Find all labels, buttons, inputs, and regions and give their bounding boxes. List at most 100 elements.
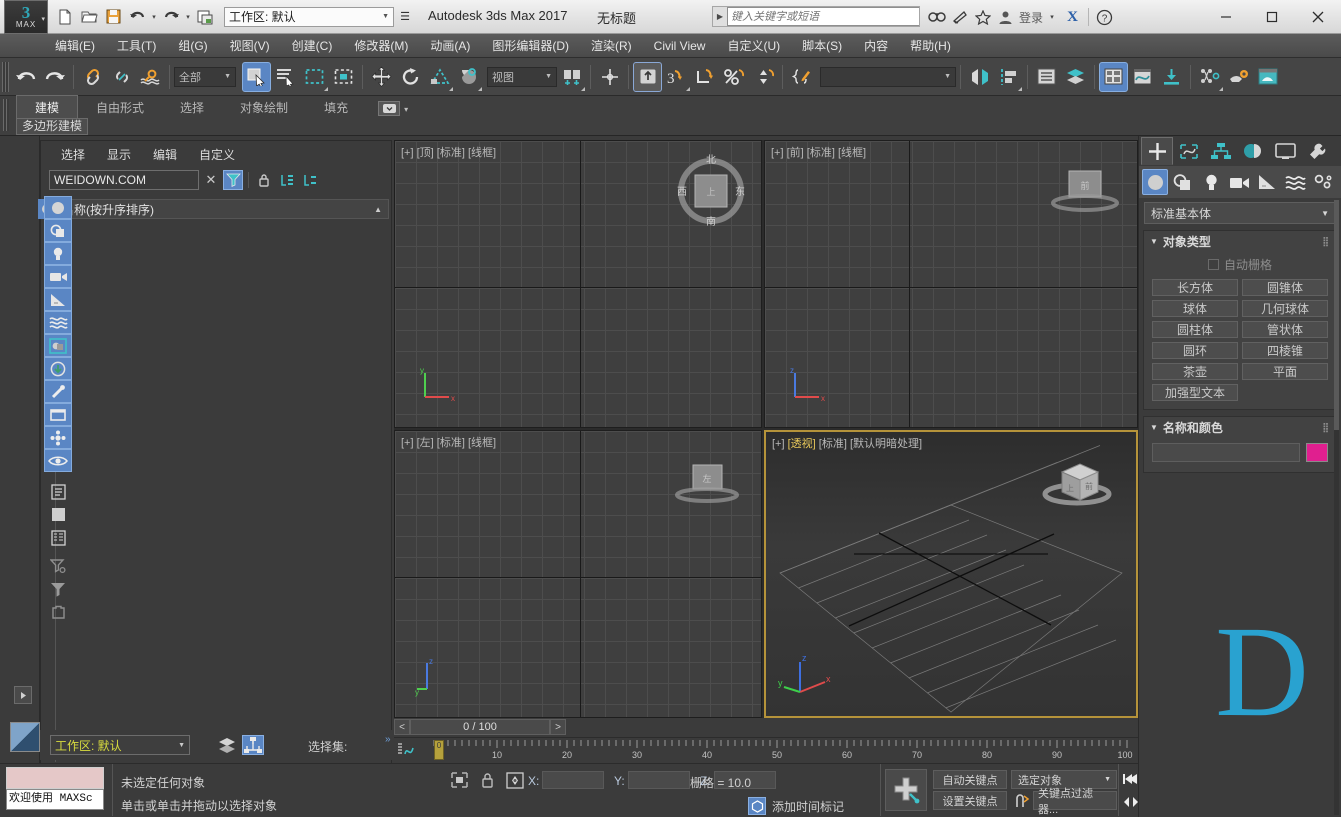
user-account-icon[interactable] (994, 5, 1017, 29)
close-button[interactable] (1295, 0, 1341, 34)
toggle-scene-explorer-icon[interactable] (1099, 62, 1128, 92)
frame-indicator[interactable]: 0 / 100 (410, 719, 550, 735)
viewport-perspective[interactable]: [+] [透视] [标准] [默认明暗处理] (764, 430, 1138, 718)
viewcube-top[interactable]: 北 南 西 东 上 (673, 151, 749, 227)
set-key-button[interactable]: 设置关键点 (933, 791, 1007, 810)
lights-icon[interactable] (1198, 169, 1224, 195)
filter-selection-icon[interactable] (223, 170, 243, 190)
rollout-grip-icon[interactable]: ⣿ (1322, 422, 1330, 433)
ribbon-grip[interactable] (3, 99, 9, 131)
snaps-toggle-icon[interactable] (633, 62, 662, 92)
menu-item-modifiers[interactable]: 修改器(M) (343, 34, 419, 58)
helpers-icon[interactable] (1254, 169, 1280, 195)
next-frame-button[interactable]: > (550, 719, 566, 735)
create-plane-button[interactable]: 平面 (1242, 363, 1328, 380)
undo-icon[interactable] (11, 62, 40, 92)
explorer-node-list[interactable] (55, 219, 389, 762)
time-tag-icon[interactable] (748, 797, 766, 815)
subscription-center-icon[interactable] (948, 5, 971, 29)
viewport-front[interactable]: [+] [前] [标准] [线框] 前 z x (764, 140, 1138, 428)
menu-item-animation[interactable]: 动画(A) (419, 34, 481, 58)
redo-icon[interactable] (40, 62, 69, 92)
project-folder-icon[interactable] (194, 6, 216, 28)
cameras-icon[interactable] (1226, 169, 1252, 195)
filter-lights-icon[interactable] (44, 242, 72, 265)
filter-groups-icon[interactable] (44, 334, 72, 357)
modify-tab[interactable] (1173, 137, 1205, 165)
filter-visibility-icon[interactable] (44, 449, 72, 472)
unlink-selection-icon[interactable] (107, 62, 136, 92)
infocenter-search[interactable]: ▶ (712, 6, 920, 27)
angle-snap-toggle-icon[interactable]: 3 (662, 62, 691, 92)
explorer-menu-edit[interactable]: 编辑 (153, 146, 177, 163)
auto-grid-row[interactable]: 自动栅格 (1152, 256, 1328, 273)
render-frame-window-icon[interactable] (1253, 62, 1282, 92)
select-by-name-icon[interactable] (271, 62, 300, 92)
favorites-star-icon[interactable] (971, 5, 994, 29)
display-blank-view-icon[interactable] (44, 503, 72, 526)
use-pivot-point-center-icon[interactable] (557, 62, 586, 92)
redo-icon[interactable] (160, 6, 182, 28)
y-coordinate-field[interactable] (628, 771, 690, 789)
selection-filter-dropdown[interactable]: 全部 ▼ (174, 67, 236, 87)
named-selection-sets-dropdown[interactable]: ▼ (820, 67, 956, 87)
filter-space-warps-icon[interactable] (44, 311, 72, 334)
expand-all-icon[interactable] (277, 170, 297, 190)
lock-selection-icon[interactable] (254, 170, 274, 190)
select-and-place-icon[interactable] (454, 62, 483, 92)
undo-icon[interactable] (126, 6, 148, 28)
explorer-column-header[interactable]: 名称(按升序排序) ▲ (55, 199, 389, 219)
open-mini-curve-editor-icon[interactable] (396, 742, 418, 760)
select-and-rotate-icon[interactable] (396, 62, 425, 92)
viewport-label-front[interactable]: [+] [前] [标准] [线框] (771, 144, 866, 160)
rectangular-selection-region-icon[interactable] (300, 62, 329, 92)
explorer-menu-customize[interactable]: 自定义 (199, 146, 235, 163)
create-cylinder-button[interactable]: 圆柱体 (1152, 321, 1238, 338)
command-panel-scrollbar[interactable] (1334, 200, 1339, 815)
open-file-icon[interactable] (78, 6, 100, 28)
filter-helpers-icon[interactable] (44, 288, 72, 311)
percent-snap-toggle-icon[interactable] (720, 62, 749, 92)
save-icon[interactable] (102, 6, 124, 28)
sort-ascending-icon[interactable]: ▲ (374, 205, 382, 214)
search-expand-icon[interactable]: ▶ (713, 12, 727, 21)
menu-item-customize[interactable]: 自定义(U) (716, 34, 791, 58)
toolbar-grip[interactable] (2, 62, 9, 92)
bind-to-space-warp-icon[interactable] (136, 62, 165, 92)
menu-item-tools[interactable]: 工具(T) (106, 34, 167, 58)
menu-item-graph-editors[interactable]: 图形编辑器(D) (481, 34, 580, 58)
explorer-menu-select[interactable]: 选择 (61, 146, 85, 163)
maxscript-mini-listener[interactable]: 欢迎使用 MAXSc (6, 767, 104, 813)
create-box-button[interactable]: 长方体 (1152, 279, 1238, 296)
workspace-dropdown[interactable]: 工作区: 默认 ▼ (50, 735, 190, 755)
menu-item-scripting[interactable]: 脚本(S) (791, 34, 853, 58)
menu-item-edit[interactable]: 编辑(E) (44, 34, 106, 58)
mirror-icon[interactable] (965, 62, 994, 92)
create-text-plus-button[interactable]: 加强型文本 (1152, 384, 1238, 401)
create-cone-button[interactable]: 圆锥体 (1242, 279, 1328, 296)
undo-dropdown-icon[interactable]: ▾ (150, 6, 158, 28)
schematic-view-icon[interactable] (1157, 62, 1186, 92)
track-bar[interactable]: 102030 405060 708090 100 0 (394, 737, 1138, 763)
ribbon-tab-modeling[interactable]: 建模 (16, 95, 78, 118)
create-tube-button[interactable]: 管状体 (1242, 321, 1328, 338)
filter-systems-icon[interactable] (44, 426, 72, 449)
x-coordinate-field[interactable] (542, 771, 604, 789)
redo-dropdown-icon[interactable]: ▾ (184, 6, 192, 28)
ribbon-tab-populate[interactable]: 填充 (306, 96, 366, 118)
reference-coordinate-dropdown[interactable]: 视图 ▼ (487, 67, 557, 87)
absolute-relative-transform-icon[interactable] (504, 770, 526, 790)
timeline-ruler[interactable]: 102030 405060 708090 100 0 (418, 740, 1136, 762)
expand-panel-arrow-icon[interactable] (14, 686, 32, 704)
maxscript-input-pane[interactable]: 欢迎使用 MAXSc (6, 789, 104, 810)
viewport-layout-swatch[interactable] (10, 722, 40, 752)
object-name-input[interactable] (1152, 443, 1300, 462)
account-dropdown-icon[interactable]: ▾ (1043, 5, 1061, 29)
render-setup-icon[interactable] (1224, 62, 1253, 92)
ribbon-minimize-icon[interactable] (378, 101, 400, 116)
add-time-tag-area[interactable]: 添加时间标记 (748, 797, 844, 815)
filter-bones-icon[interactable] (44, 380, 72, 403)
auto-grid-checkbox[interactable] (1208, 259, 1219, 270)
filter-shapes-icon[interactable] (44, 219, 72, 242)
window-crossing-toggle-icon[interactable] (329, 62, 358, 92)
